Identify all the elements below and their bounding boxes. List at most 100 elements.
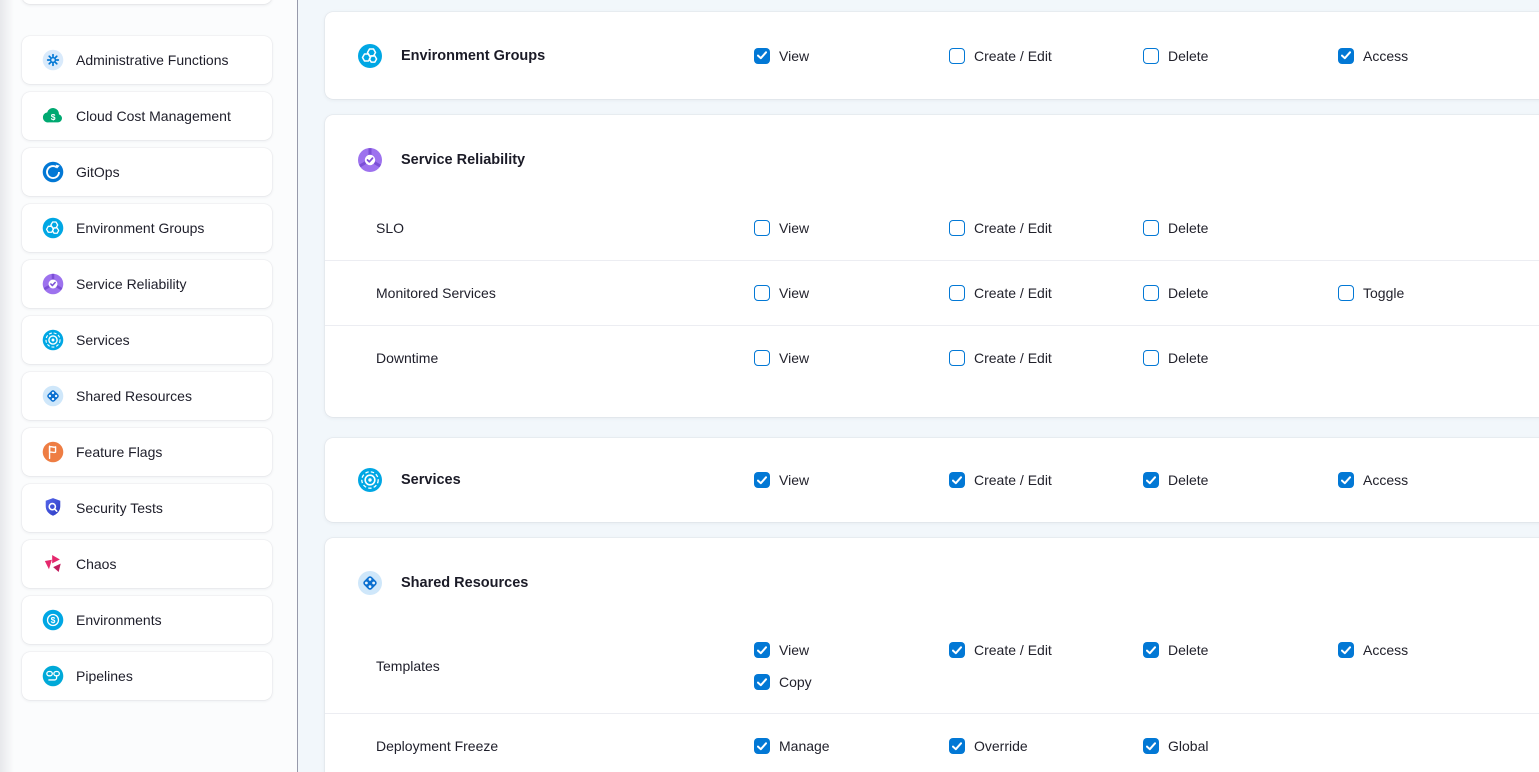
permission-label: View — [779, 48, 809, 64]
permission-create-edit[interactable]: Create / Edit — [949, 220, 1052, 236]
section-header: Environment GroupsViewCreate / EditDelet… — [325, 12, 1539, 99]
checkbox-unchecked[interactable] — [1143, 48, 1159, 64]
permission-override[interactable]: Override — [949, 738, 1028, 754]
gitops-icon — [41, 160, 65, 184]
permission-row-monitored-services: Monitored ServicesViewCreate / EditDelet… — [325, 260, 1539, 325]
section-header: Service Reliability — [325, 115, 1539, 195]
checkbox-unchecked[interactable] — [949, 220, 965, 236]
permission-access[interactable]: Access — [1338, 48, 1408, 64]
checkbox-checked[interactable] — [754, 48, 770, 64]
permission-view[interactable]: View — [754, 220, 809, 236]
sidebar-item-environment-groups[interactable]: Environment Groups — [22, 204, 272, 252]
permission-view[interactable]: View — [754, 285, 809, 301]
sidebar-item-service-reliability[interactable]: Service Reliability — [22, 260, 272, 308]
sidebar-item-gitops[interactable]: GitOps — [22, 148, 272, 196]
checkbox-unchecked[interactable] — [1143, 350, 1159, 366]
checkbox-unchecked[interactable] — [754, 285, 770, 301]
checkbox-checked[interactable] — [1143, 642, 1159, 658]
row-label: SLO — [376, 220, 404, 236]
permission-create-edit[interactable]: Create / Edit — [949, 48, 1052, 64]
permission-create-edit[interactable]: Create / Edit — [949, 472, 1052, 488]
permission-view[interactable]: View — [754, 472, 809, 488]
sidebar-item-shared-resources[interactable]: Shared Resources — [22, 372, 272, 420]
sidebar-item-pipelines[interactable]: Pipelines — [22, 652, 272, 700]
checkbox-checked[interactable] — [949, 472, 965, 488]
checkbox-checked[interactable] — [949, 642, 965, 658]
sidebar-item-label: Security Tests — [76, 500, 163, 516]
checkbox-unchecked[interactable] — [949, 48, 965, 64]
sidebar-item-label: Environment Groups — [76, 220, 204, 236]
checkbox-unchecked[interactable] — [949, 285, 965, 301]
sidebar-item-cloud-cost-management[interactable]: $Cloud Cost Management — [22, 92, 272, 140]
permission-label: Access — [1363, 472, 1408, 488]
checkbox-checked[interactable] — [1143, 472, 1159, 488]
shared-resources-icon — [356, 569, 384, 597]
checkbox-checked[interactable] — [754, 472, 770, 488]
permission-manage[interactable]: Manage — [754, 738, 830, 754]
sidebar-item-label: Feature Flags — [76, 444, 162, 460]
sidebar-item-label: Service Reliability — [76, 276, 186, 292]
permission-label: Manage — [779, 738, 830, 754]
permission-access[interactable]: Access — [1338, 642, 1408, 658]
permission-label: View — [779, 350, 809, 366]
checkbox-checked[interactable] — [1143, 738, 1159, 754]
sidebar-item-feature-flags[interactable]: Feature Flags — [22, 428, 272, 476]
permission-label: Delete — [1168, 642, 1208, 658]
permission-label: Toggle — [1363, 285, 1404, 301]
permission-delete[interactable]: Delete — [1143, 220, 1208, 236]
permission-global[interactable]: Global — [1143, 738, 1208, 754]
checkbox-unchecked[interactable] — [754, 350, 770, 366]
section-card-environment-groups: Environment GroupsViewCreate / EditDelet… — [325, 12, 1539, 99]
permissions-page: Administrative Functions $Cloud Cost Mana… — [0, 0, 1539, 772]
pipelines-icon — [41, 664, 65, 688]
permission-label: Delete — [1168, 48, 1208, 64]
permission-delete[interactable]: Delete — [1143, 285, 1208, 301]
checkbox-checked[interactable] — [949, 738, 965, 754]
checkbox-checked[interactable] — [754, 642, 770, 658]
permission-label: Delete — [1168, 350, 1208, 366]
checkbox-checked[interactable] — [754, 738, 770, 754]
permission-label: Create / Edit — [974, 350, 1052, 366]
checkbox-unchecked[interactable] — [1143, 285, 1159, 301]
checkbox-unchecked[interactable] — [1338, 285, 1354, 301]
permission-delete[interactable]: Delete — [1143, 642, 1208, 658]
services-icon — [41, 328, 65, 352]
permission-view[interactable]: View — [754, 350, 809, 366]
permission-delete[interactable]: Delete — [1143, 48, 1208, 64]
permission-toggle[interactable]: Toggle — [1338, 285, 1404, 301]
checkbox-checked[interactable] — [1338, 642, 1354, 658]
sidebar-item-partial[interactable] — [22, 0, 272, 4]
sidebar-item-services[interactable]: Services — [22, 316, 272, 364]
permission-access[interactable]: Access — [1338, 472, 1408, 488]
permission-delete[interactable]: Delete — [1143, 350, 1208, 366]
resource-sidebar: Administrative Functions $Cloud Cost Mana… — [0, 0, 298, 772]
permission-label: Delete — [1168, 285, 1208, 301]
sidebar-item-label: Environments — [76, 612, 162, 628]
permission-delete[interactable]: Delete — [1143, 472, 1208, 488]
checkbox-unchecked[interactable] — [754, 220, 770, 236]
sidebar-item-label: Shared Resources — [76, 388, 192, 404]
checkbox-unchecked[interactable] — [1143, 220, 1159, 236]
row-label: Downtime — [376, 350, 438, 366]
feature-flags-icon — [41, 440, 65, 464]
checkbox-checked[interactable] — [754, 674, 770, 690]
checkbox-checked[interactable] — [1338, 48, 1354, 64]
permission-create-edit[interactable]: Create / Edit — [949, 285, 1052, 301]
sidebar-item-administrative-functions[interactable]: Administrative Functions — [22, 36, 272, 84]
permission-create-edit[interactable]: Create / Edit — [949, 642, 1052, 658]
section-title: Service Reliability — [401, 152, 525, 168]
checkbox-unchecked[interactable] — [949, 350, 965, 366]
permission-label: Create / Edit — [974, 48, 1052, 64]
permission-view[interactable]: View — [754, 48, 809, 64]
sidebar-item-chaos[interactable]: Chaos — [22, 540, 272, 588]
permission-label: Access — [1363, 642, 1408, 658]
section-title: Services — [401, 472, 461, 488]
permission-create-edit[interactable]: Create / Edit — [949, 350, 1052, 366]
sidebar-item-security-tests[interactable]: Security Tests — [22, 484, 272, 532]
checkbox-checked[interactable] — [1338, 472, 1354, 488]
permission-label: Global — [1168, 738, 1208, 754]
sidebar-item-environments[interactable]: $Environments — [22, 596, 272, 644]
permission-copy[interactable]: Copy — [754, 674, 812, 690]
permission-view[interactable]: View — [754, 642, 809, 658]
shared-resources-icon — [41, 384, 65, 408]
